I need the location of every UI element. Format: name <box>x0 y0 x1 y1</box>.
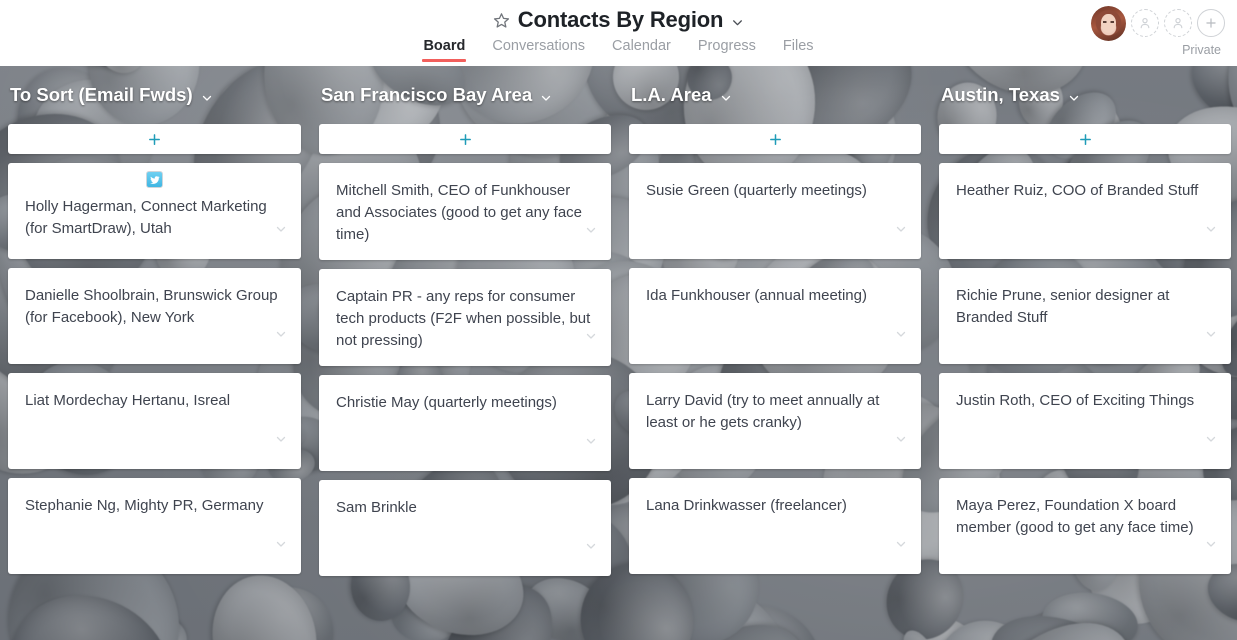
avatar[interactable] <box>1091 5 1126 41</box>
chevron-down-icon[interactable] <box>720 91 732 103</box>
card-title: Heather Ruiz, COO of Branded Stuff <box>956 182 1199 199</box>
chevron-down-icon[interactable] <box>275 223 287 235</box>
card-list: Holly Hagerman, Connect Marketing (for S… <box>8 163 301 574</box>
task-card[interactable]: Sam Brinkle <box>319 480 611 576</box>
task-card[interactable]: Heather Ruiz, COO of Branded Stuff <box>939 163 1231 259</box>
chevron-down-icon[interactable] <box>275 433 287 445</box>
chevron-down-icon[interactable] <box>1205 433 1217 445</box>
column-title: L.A. Area <box>631 84 712 105</box>
card-title: Maya Perez, Foundation X board member (g… <box>956 497 1194 536</box>
card-list: Mitchell Smith, CEO of Funkhouser and As… <box>319 163 611 576</box>
card-title: Justin Roth, CEO of Exciting Things <box>956 392 1195 409</box>
column-header: San Francisco Bay Area <box>319 66 611 124</box>
member-placeholder-2[interactable] <box>1164 9 1192 37</box>
avatar-face <box>1101 13 1116 33</box>
add-card-button[interactable] <box>939 124 1231 154</box>
chevron-down-icon[interactable] <box>540 91 552 103</box>
task-card[interactable]: Maya Perez, Foundation X board member (g… <box>939 478 1231 574</box>
tab-conversations[interactable]: Conversations <box>492 38 585 62</box>
chevron-down-icon[interactable] <box>585 435 597 447</box>
task-card[interactable]: Justin Roth, CEO of Exciting Things <box>939 373 1231 469</box>
task-card[interactable]: Mitchell Smith, CEO of Funkhouser and As… <box>319 163 611 260</box>
chevron-down-icon[interactable] <box>275 328 287 340</box>
task-card[interactable]: Danielle Shoolbrain, Brunswick Group (fo… <box>8 268 301 364</box>
task-card[interactable]: Holly Hagerman, Connect Marketing (for S… <box>8 163 301 259</box>
card-icon-row <box>25 171 284 188</box>
column-header: Austin, Texas <box>939 66 1231 124</box>
tab-board[interactable]: Board <box>422 38 467 62</box>
chevron-down-icon[interactable] <box>895 538 907 550</box>
asana-board-page: Contacts By Region Board Conversations Cal… <box>0 0 1237 640</box>
chevron-down-icon[interactable] <box>1068 91 1080 103</box>
task-card[interactable]: Christie May (quarterly meetings) <box>319 375 611 471</box>
tab-progress[interactable]: Progress <box>698 38 756 62</box>
chevron-down-icon[interactable] <box>1205 328 1217 340</box>
avatar-eyes <box>1103 20 1114 23</box>
card-title: Holly Hagerman, Connect Marketing (for S… <box>25 198 267 237</box>
tab-calendar[interactable]: Calendar <box>612 38 671 62</box>
card-title: Christie May (quarterly meetings) <box>336 394 557 411</box>
card-title: Lana Drinkwasser (freelancer) <box>646 497 847 514</box>
task-card[interactable]: Susie Green (quarterly meetings) <box>629 163 921 259</box>
add-member-button[interactable] <box>1197 9 1225 37</box>
board-column: San Francisco Bay Area Mitchell Smith, CE… <box>310 66 620 640</box>
card-title: Captain PR - any reps for consumer tech … <box>336 288 591 349</box>
card-title: Mitchell Smith, CEO of Funkhouser and As… <box>336 182 582 243</box>
chevron-down-icon[interactable] <box>731 16 744 29</box>
card-title: Richie Prune, senior designer at Branded… <box>956 287 1170 326</box>
project-tabs: Board Conversations Calendar Progress Files <box>0 38 1237 66</box>
twitter-icon <box>146 171 163 188</box>
task-card[interactable]: Larry David (try to meet annually at lea… <box>629 373 921 469</box>
add-card-button[interactable] <box>629 124 921 154</box>
chevron-down-icon[interactable] <box>1205 223 1217 235</box>
privacy-status: Private <box>1182 43 1221 57</box>
card-title: Ida Funkhouser (annual meeting) <box>646 287 867 304</box>
chevron-down-icon[interactable] <box>585 224 597 236</box>
chevron-down-icon[interactable] <box>1205 538 1217 550</box>
card-list: Susie Green (quarterly meetings) Ida Funk… <box>629 163 921 574</box>
task-card[interactable]: Liat Mordechay Hertanu, Isreal <box>8 373 301 469</box>
column-header: To Sort (Email Fwds) <box>8 66 301 124</box>
chevron-down-icon[interactable] <box>895 223 907 235</box>
column-title: To Sort (Email Fwds) <box>10 84 193 105</box>
page-title: Contacts By Region <box>517 7 724 32</box>
card-title: Larry David (try to meet annually at lea… <box>646 392 880 431</box>
board-column: To Sort (Email Fwds) Holly Hagerman, Conn… <box>0 66 310 640</box>
column-title: Austin, Texas <box>941 84 1060 105</box>
task-card[interactable]: Stephanie Ng, Mighty PR, Germany <box>8 478 301 574</box>
card-title: Danielle Shoolbrain, Brunswick Group (fo… <box>25 287 278 326</box>
task-card[interactable]: Captain PR - any reps for consumer tech … <box>319 269 611 366</box>
card-title: Sam Brinkle <box>336 499 417 516</box>
chevron-down-icon[interactable] <box>895 328 907 340</box>
chevron-down-icon[interactable] <box>275 538 287 550</box>
board-column: L.A. Area Susie Green (quarterly meetings… <box>620 66 930 640</box>
board-columns: To Sort (Email Fwds) Holly Hagerman, Conn… <box>0 66 1237 640</box>
add-card-button[interactable] <box>319 124 611 154</box>
chevron-down-icon[interactable] <box>585 330 597 342</box>
member-list <box>1091 5 1225 41</box>
chevron-down-icon[interactable] <box>895 433 907 445</box>
task-card[interactable]: Lana Drinkwasser (freelancer) <box>629 478 921 574</box>
project-title-block: Contacts By Region <box>0 5 1237 35</box>
card-title: Liat Mordechay Hertanu, Isreal <box>25 392 231 409</box>
tab-files[interactable]: Files <box>783 38 814 62</box>
star-outline-icon[interactable] <box>493 12 510 29</box>
card-title: Susie Green (quarterly meetings) <box>646 182 867 199</box>
card-list: Heather Ruiz, COO of Branded Stuff Richie… <box>939 163 1231 574</box>
board-column: Austin, Texas Heather Ruiz, COO of Brande… <box>930 66 1237 640</box>
chevron-down-icon[interactable] <box>585 540 597 552</box>
column-header: L.A. Area <box>629 66 921 124</box>
column-title: San Francisco Bay Area <box>321 84 533 105</box>
task-card[interactable]: Richie Prune, senior designer at Branded… <box>939 268 1231 364</box>
card-title: Stephanie Ng, Mighty PR, Germany <box>25 497 264 514</box>
member-placeholder-1[interactable] <box>1131 9 1159 37</box>
top-header-bar: Contacts By Region Board Conversations Cal… <box>0 0 1237 66</box>
add-card-button[interactable] <box>8 124 301 154</box>
chevron-down-icon[interactable] <box>201 91 213 103</box>
task-card[interactable]: Ida Funkhouser (annual meeting) <box>629 268 921 364</box>
